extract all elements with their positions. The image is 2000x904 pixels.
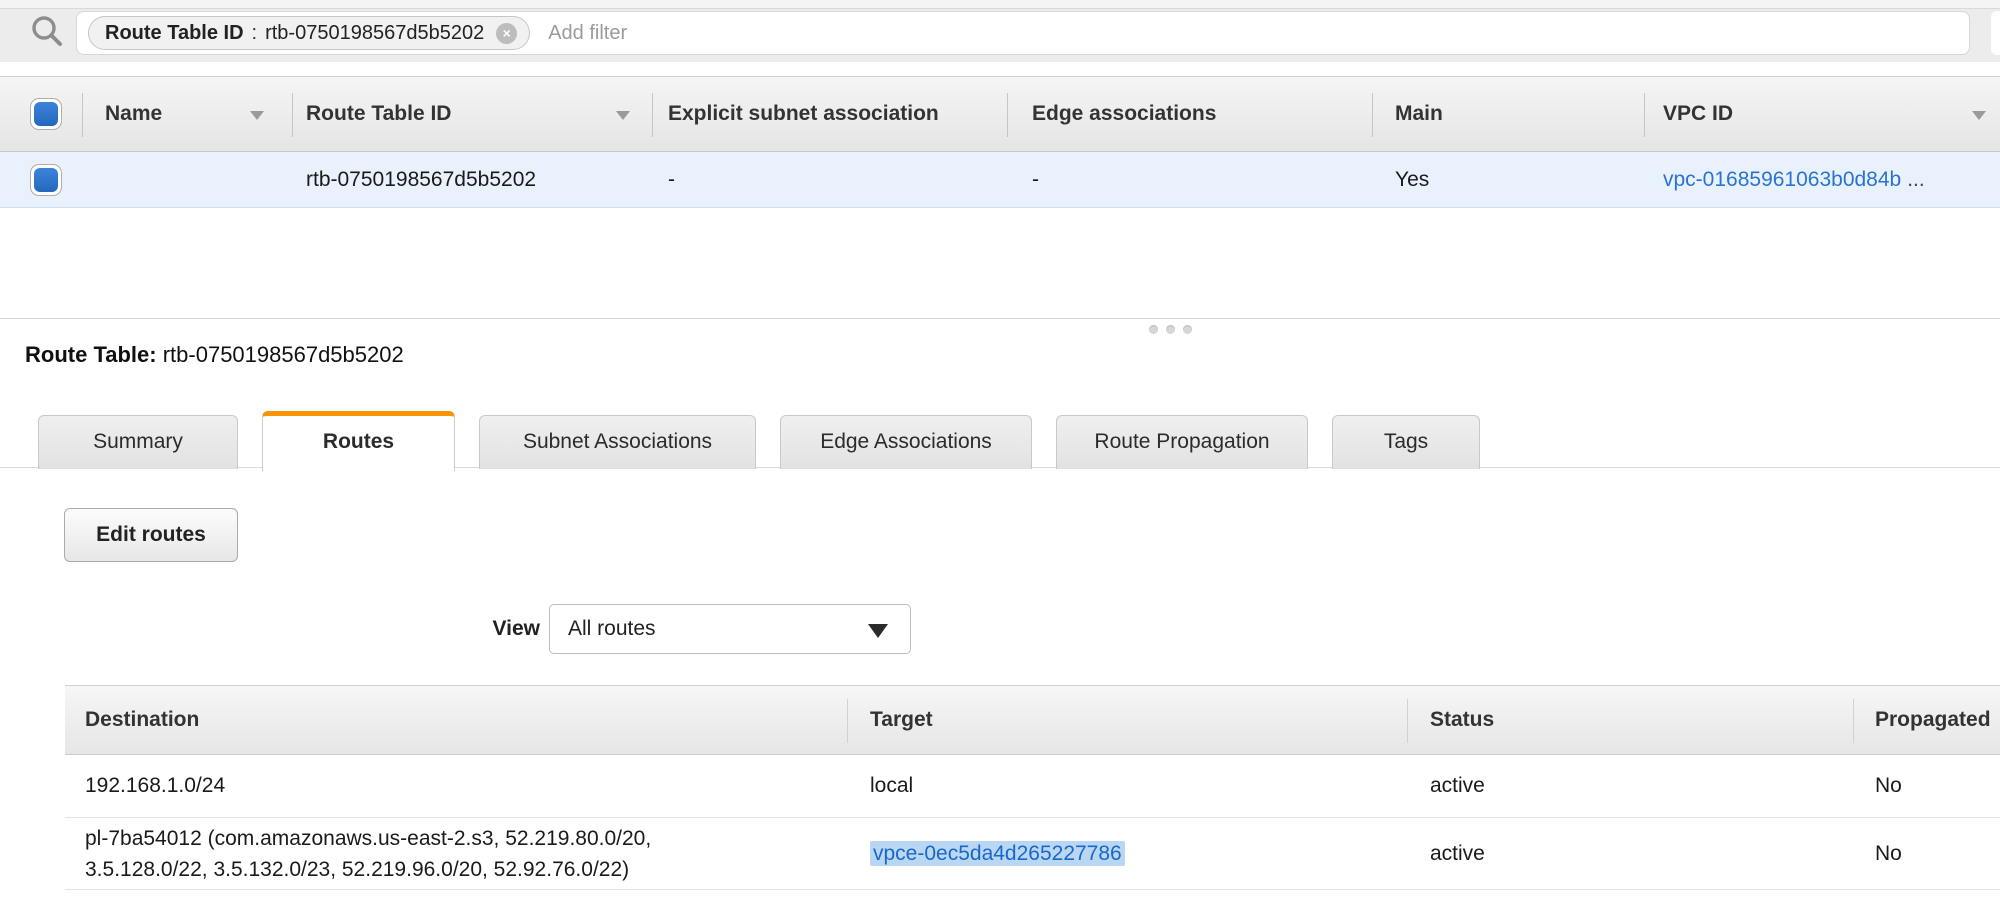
vpc-id-truncation: ... bbox=[1907, 168, 1925, 191]
sort-caret-icon[interactable] bbox=[1972, 111, 1986, 120]
checkbox-checked-icon bbox=[34, 168, 58, 192]
cell-propagated: No bbox=[1875, 818, 1902, 889]
route-table-row[interactable]: rtb-0750198567d5b5202 - - Yes vpc-016859… bbox=[0, 152, 2000, 208]
view-label: View bbox=[458, 604, 540, 654]
column-divider bbox=[652, 93, 653, 137]
column-divider bbox=[847, 699, 848, 743]
tab-edge-associations[interactable]: Edge Associations bbox=[780, 415, 1032, 469]
chevron-down-icon bbox=[868, 624, 888, 638]
cell-propagated: No bbox=[1875, 755, 1902, 817]
filter-tag[interactable]: Route Table ID : rtb-0750198567d5b5202 × bbox=[88, 16, 530, 50]
panel-divider bbox=[0, 318, 2000, 319]
vpce-target-link[interactable]: vpce-0ec5da4d265227786 bbox=[870, 841, 1125, 866]
detail-heading-label: Route Table: bbox=[25, 342, 157, 367]
column-header-route-table-id[interactable]: Route Table ID bbox=[306, 77, 451, 151]
remove-filter-icon[interactable]: × bbox=[496, 23, 517, 44]
column-header-target: Target bbox=[870, 686, 933, 754]
search-icon bbox=[28, 13, 66, 51]
filter-tag-label: Route Table ID bbox=[105, 22, 244, 45]
filter-bar: Route Table ID : rtb-0750198567d5b5202 × bbox=[0, 0, 2000, 62]
column-divider bbox=[1372, 93, 1373, 137]
route-row: 192.168.1.0/24 local active No bbox=[65, 755, 2000, 818]
drag-dot-icon bbox=[1149, 325, 1158, 334]
column-header-edge-associations[interactable]: Edge associations bbox=[1032, 77, 1216, 151]
cell-vpc-id: vpc-01685961063b0d84b... bbox=[1663, 152, 1925, 207]
checkbox-checked-icon bbox=[34, 102, 58, 126]
tab-tags[interactable]: Tags bbox=[1332, 415, 1480, 469]
routes-table: Destination Target Status Propagated 192… bbox=[65, 685, 2000, 890]
filter-search-input[interactable]: Route Table ID : rtb-0750198567d5b5202 × bbox=[76, 11, 1970, 55]
routes-header-row: Destination Target Status Propagated bbox=[65, 685, 2000, 755]
column-header-vpc-id[interactable]: VPC ID bbox=[1663, 77, 1733, 151]
route-row: pl-7ba54012 (com.amazonaws.us-east-2.s3,… bbox=[65, 818, 2000, 890]
column-header-destination: Destination bbox=[85, 686, 199, 754]
column-header-explicit-subnet-association[interactable]: Explicit subnet association bbox=[668, 77, 939, 151]
filter-bar-top-strip bbox=[0, 0, 2000, 9]
cell-main: Yes bbox=[1395, 152, 1429, 207]
column-divider bbox=[292, 93, 293, 137]
cell-edge-associations: - bbox=[1032, 152, 1039, 207]
cell-destination: 192.168.1.0/24 bbox=[85, 755, 225, 817]
cell-target: local bbox=[870, 755, 913, 817]
column-divider bbox=[1644, 93, 1645, 137]
detail-tabs: Summary Routes Subnet Associations Edge … bbox=[38, 411, 1480, 469]
column-header-main[interactable]: Main bbox=[1395, 77, 1443, 151]
cell-status: active bbox=[1430, 818, 1485, 889]
column-divider bbox=[1407, 699, 1408, 743]
vpc-id-link[interactable]: vpc-01685961063b0d84b bbox=[1663, 168, 1901, 191]
cell-route-table-id: rtb-0750198567d5b5202 bbox=[306, 152, 536, 207]
drag-dot-icon bbox=[1166, 325, 1175, 334]
tab-routes[interactable]: Routes bbox=[262, 411, 455, 471]
column-divider bbox=[1007, 93, 1008, 137]
detail-heading: Route Table: rtb-0750198567d5b5202 bbox=[25, 342, 404, 368]
add-filter-input[interactable] bbox=[548, 22, 948, 45]
cell-target: vpce-0ec5da4d265227786 bbox=[870, 818, 1125, 889]
sort-caret-icon[interactable] bbox=[250, 111, 264, 120]
cell-destination: pl-7ba54012 (com.amazonaws.us-east-2.s3,… bbox=[85, 823, 717, 885]
panel-resize-handle[interactable] bbox=[1149, 325, 1192, 334]
tab-summary[interactable]: Summary bbox=[38, 415, 238, 469]
view-selected-option: All routes bbox=[568, 617, 656, 640]
right-edge-panel-sliver bbox=[1991, 11, 2000, 55]
view-select[interactable]: All routes bbox=[549, 604, 911, 654]
edit-routes-button[interactable]: Edit routes bbox=[64, 508, 238, 562]
detail-heading-value: rtb-0750198567d5b5202 bbox=[163, 342, 404, 367]
route-tables-header-row: Name Route Table ID Explicit subnet asso… bbox=[0, 76, 2000, 152]
column-divider bbox=[82, 93, 83, 137]
drag-dot-icon bbox=[1183, 325, 1192, 334]
tab-route-propagation[interactable]: Route Propagation bbox=[1056, 415, 1308, 469]
row-checkbox[interactable] bbox=[30, 164, 62, 196]
column-header-name[interactable]: Name bbox=[105, 77, 162, 151]
select-all-checkbox[interactable] bbox=[30, 98, 62, 130]
column-header-status: Status bbox=[1430, 686, 1494, 754]
sort-caret-icon[interactable] bbox=[616, 111, 630, 120]
vpc-route-tables-screen: Route Table ID : rtb-0750198567d5b5202 ×… bbox=[0, 0, 2000, 904]
cell-status: active bbox=[1430, 755, 1485, 817]
column-header-propagated: Propagated bbox=[1875, 686, 1991, 754]
filter-tag-separator: : bbox=[252, 22, 258, 45]
cell-explicit-subnet-association: - bbox=[668, 152, 675, 207]
tab-subnet-associations[interactable]: Subnet Associations bbox=[479, 415, 756, 469]
column-divider bbox=[1853, 699, 1854, 743]
filter-tag-value: rtb-0750198567d5b5202 bbox=[265, 22, 484, 45]
